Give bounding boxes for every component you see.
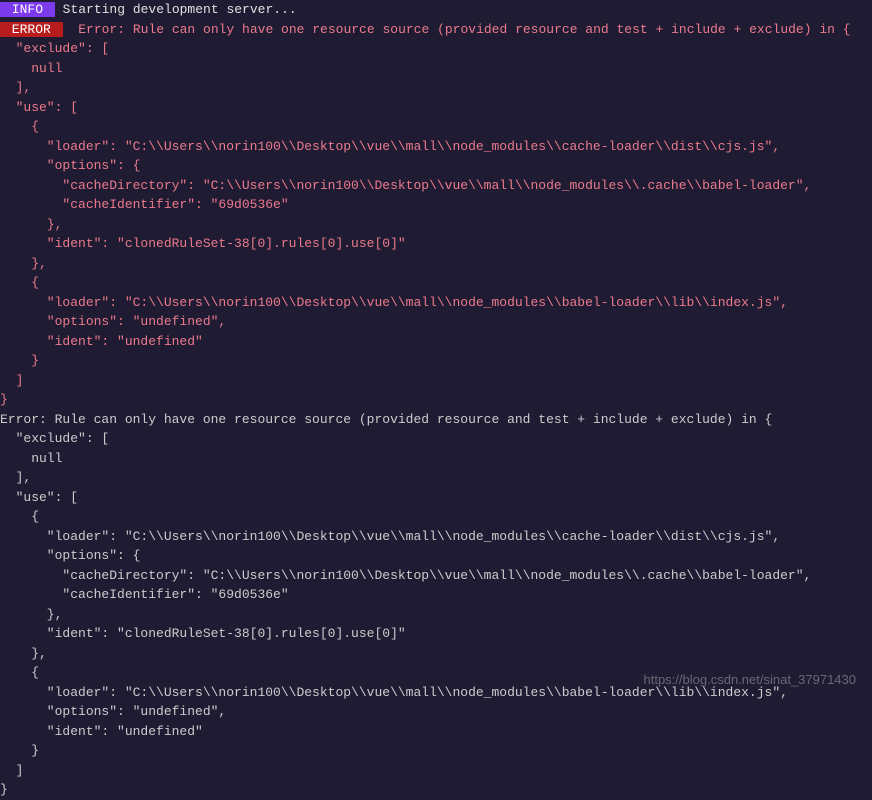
error-json-line: "cacheDirectory": "C:\\Users\\norin100\\…: [0, 176, 872, 196]
normal-json-block: "exclude": [ null ], "use": [ { "loader"…: [0, 429, 872, 800]
normal-json-line: "use": [: [0, 488, 872, 508]
error-json-line: ]: [0, 371, 872, 391]
watermark-text: https://blog.csdn.net/sinat_37971430: [644, 670, 857, 690]
error-line: ERROR Error: Rule can only have one reso…: [0, 20, 872, 40]
normal-json-line: },: [0, 644, 872, 664]
error-json-line: "options": {: [0, 156, 872, 176]
normal-json-line: "options": "undefined",: [0, 702, 872, 722]
normal-json-line: }: [0, 741, 872, 761]
info-message: Starting development server...: [55, 2, 297, 17]
info-line: INFO Starting development server...: [0, 0, 872, 20]
error-json-block: "exclude": [ null ], "use": [ { "loader"…: [0, 39, 872, 410]
error-json-line: "use": [: [0, 98, 872, 118]
error-json-line: }: [0, 390, 872, 410]
normal-json-line: "exclude": [: [0, 429, 872, 449]
error-json-line: {: [0, 273, 872, 293]
normal-json-line: {: [0, 507, 872, 527]
error-badge: ERROR: [0, 22, 63, 37]
error-json-line: "exclude": [: [0, 39, 872, 59]
normal-json-line: null: [0, 449, 872, 469]
error-json-line: "cacheIdentifier": "69d0536e": [0, 195, 872, 215]
normal-json-line: "loader": "C:\\Users\\norin100\\Desktop\…: [0, 527, 872, 547]
error-message-start: Error: Rule can only have one resource s…: [63, 22, 851, 37]
error-json-line: "loader": "C:\\Users\\norin100\\Desktop\…: [0, 137, 872, 157]
error-json-line: }: [0, 351, 872, 371]
error-json-line: null: [0, 59, 872, 79]
normal-json-line: "cacheIdentifier": "69d0536e": [0, 585, 872, 605]
normal-json-line: "cacheDirectory": "C:\\Users\\norin100\\…: [0, 566, 872, 586]
info-badge: INFO: [0, 2, 55, 17]
error-json-line: "ident": "clonedRuleSet-38[0].rules[0].u…: [0, 234, 872, 254]
normal-json-line: }: [0, 780, 872, 800]
normal-error-message: Error: Rule can only have one resource s…: [0, 410, 872, 430]
error-json-line: "loader": "C:\\Users\\norin100\\Desktop\…: [0, 293, 872, 313]
error-json-line: "ident": "undefined": [0, 332, 872, 352]
error-json-line: "options": "undefined",: [0, 312, 872, 332]
error-json-line: },: [0, 254, 872, 274]
error-json-line: ],: [0, 78, 872, 98]
normal-json-line: },: [0, 605, 872, 625]
normal-json-line: ]: [0, 761, 872, 781]
normal-json-line: "ident": "undefined": [0, 722, 872, 742]
error-json-line: {: [0, 117, 872, 137]
normal-json-line: "ident": "clonedRuleSet-38[0].rules[0].u…: [0, 624, 872, 644]
normal-json-line: "options": {: [0, 546, 872, 566]
normal-json-line: ],: [0, 468, 872, 488]
error-json-line: },: [0, 215, 872, 235]
